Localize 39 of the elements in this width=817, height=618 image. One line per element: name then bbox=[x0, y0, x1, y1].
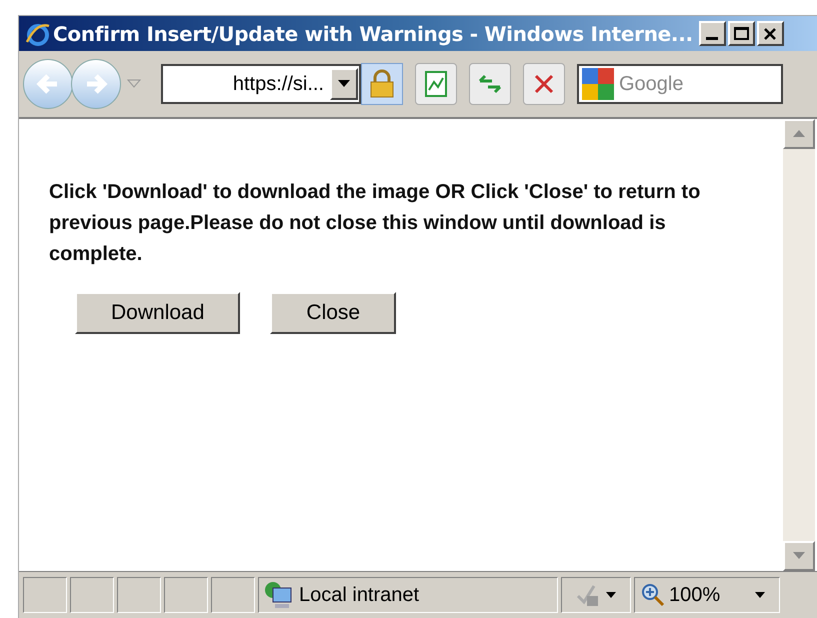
download-button[interactable]: Download bbox=[75, 292, 240, 334]
up-arrow-icon bbox=[793, 130, 805, 138]
back-button[interactable] bbox=[23, 59, 73, 109]
caret-icon bbox=[755, 592, 765, 598]
magnifier-icon bbox=[641, 583, 665, 607]
feed-button[interactable] bbox=[415, 63, 457, 105]
search-field[interactable]: Google bbox=[577, 64, 783, 104]
address-field[interactable]: https://si... bbox=[161, 64, 361, 104]
window-title: Confirm Insert/Update with Warnings - Windows Interne... bbox=[53, 20, 693, 48]
caret-icon bbox=[338, 80, 350, 88]
down-arrow-icon bbox=[793, 552, 805, 560]
scroll-up-button[interactable] bbox=[783, 119, 815, 149]
status-pane bbox=[70, 577, 114, 613]
caret-icon bbox=[606, 592, 616, 598]
status-pane bbox=[164, 577, 208, 613]
forward-button[interactable] bbox=[71, 59, 121, 109]
refresh-button[interactable] bbox=[469, 63, 511, 105]
zoom-button[interactable]: 100% bbox=[634, 577, 780, 613]
search-input[interactable]: Google bbox=[619, 69, 769, 99]
zone-label: Local intranet bbox=[299, 583, 420, 608]
minimize-button[interactable] bbox=[698, 21, 726, 46]
message-text: Click 'Download' to download the image OR Click 'Close' to return to previous page.Please do not close this window until download is complete. bbox=[49, 180, 702, 267]
scroll-down-button[interactable] bbox=[783, 541, 815, 571]
status-pane bbox=[23, 577, 67, 613]
protected-mode-button[interactable] bbox=[561, 577, 631, 613]
page-chart-icon bbox=[424, 70, 448, 98]
padlock-icon bbox=[368, 69, 396, 99]
status-pane bbox=[117, 577, 161, 613]
status-pane bbox=[211, 577, 255, 613]
stop-button[interactable] bbox=[523, 63, 565, 105]
close-icon bbox=[763, 26, 778, 40]
close-page-button[interactable]: Close bbox=[270, 292, 396, 334]
maximize-button[interactable] bbox=[728, 21, 755, 46]
dropdown-button[interactable] bbox=[330, 68, 358, 100]
search-provider-icon bbox=[581, 67, 615, 101]
close-button[interactable] bbox=[756, 21, 784, 46]
checkmark-lock-icon bbox=[576, 582, 600, 608]
scrollbar[interactable] bbox=[783, 119, 815, 571]
stop-icon bbox=[533, 73, 555, 95]
